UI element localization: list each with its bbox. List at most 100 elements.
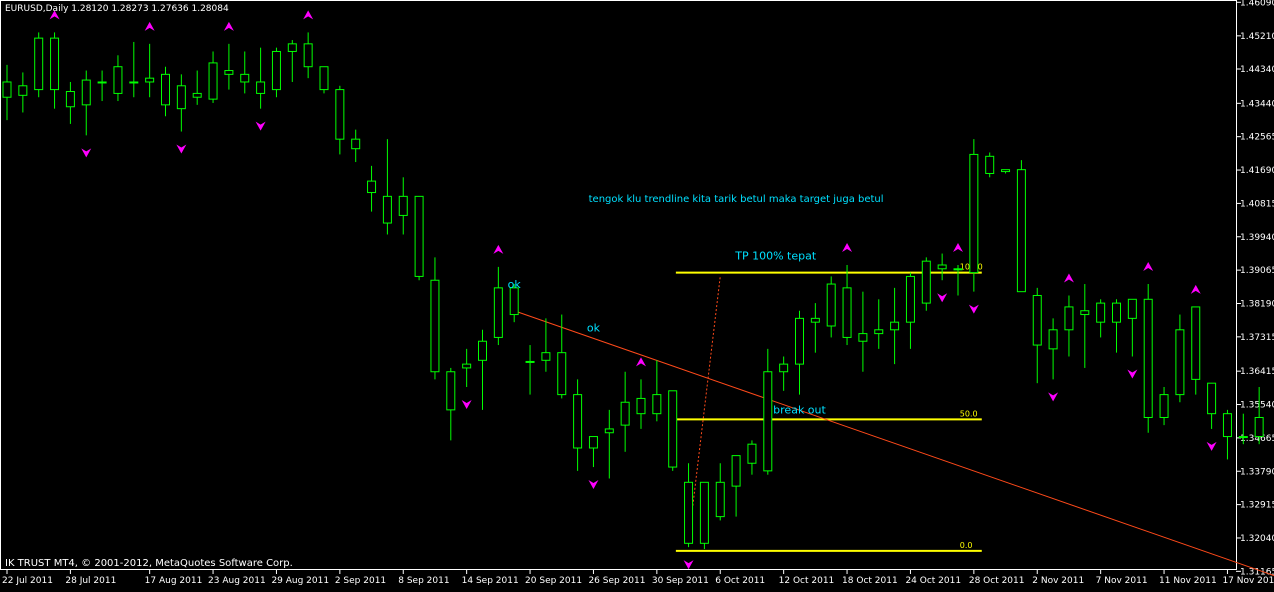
x-tick-label: 7 Nov 2011 xyxy=(1096,576,1148,586)
fractal-down-icon xyxy=(176,144,187,154)
copyright-text: IK TRUST MT4, © 2001-2012, MetaQuotes So… xyxy=(5,558,293,569)
candle-body xyxy=(604,428,614,434)
fractal-down-icon xyxy=(1206,441,1217,451)
y-tick-label: 1.46090 xyxy=(1240,0,1274,8)
fractal-down-icon xyxy=(1048,392,1059,402)
candle-body xyxy=(161,73,170,106)
candle-body xyxy=(795,317,804,365)
candle-body xyxy=(541,352,551,361)
x-tick-label: 2 Sep 2011 xyxy=(335,576,386,586)
y-tick-label: 1.36415 xyxy=(1240,367,1274,377)
candle-body xyxy=(1048,329,1058,350)
fractal-up-icon xyxy=(1190,284,1201,294)
fractal-down-icon xyxy=(683,560,694,570)
candle-body xyxy=(969,153,979,274)
annotation-text: tengok klu trendline kita tarik betul ma… xyxy=(589,194,884,205)
candle-body xyxy=(588,436,598,449)
fractal-arrows xyxy=(49,10,1217,570)
candle-body xyxy=(335,89,345,140)
x-tick-label: 26 Sep 2011 xyxy=(588,576,645,586)
x-tick-label: 18 Oct 2011 xyxy=(842,576,898,586)
y-tick-label: 1.38190 xyxy=(1240,299,1274,309)
fractal-down-icon xyxy=(937,293,948,303)
candle-body xyxy=(525,360,535,363)
fractal-down-icon xyxy=(81,148,92,158)
candle-body xyxy=(921,260,931,304)
fractal-up-icon xyxy=(953,242,963,252)
annotation-text: ok xyxy=(508,278,522,291)
candle-body xyxy=(763,371,773,472)
x-tick-label: 12 Oct 2011 xyxy=(779,576,835,586)
price-chart[interactable]: 1.46090 1.45210 1.44340 1.43440 1.42565 1.416… xyxy=(0,0,1274,588)
candle-body xyxy=(842,287,852,338)
x-tick-label: 17 Aug 2011 xyxy=(145,576,203,586)
candle-body xyxy=(652,394,662,415)
annotation-text: TP 100% tepat xyxy=(734,249,817,262)
candle-body xyxy=(1127,298,1137,319)
annotation-text: break out xyxy=(773,404,826,417)
y-tick-label: 1.32915 xyxy=(1240,501,1274,511)
candle-body xyxy=(1143,298,1153,418)
candle-body xyxy=(747,443,757,464)
candle-body xyxy=(1001,169,1011,173)
candle-body xyxy=(1159,394,1169,418)
candle-body xyxy=(858,333,868,342)
chart-window[interactable]: 1.46090 1.45210 1.44340 1.43440 1.42565 1.416… xyxy=(0,0,1274,588)
candle-body xyxy=(826,283,836,327)
fractal-up-icon xyxy=(144,21,155,31)
candle-body xyxy=(2,81,12,98)
fractal-down-icon xyxy=(588,480,599,490)
y-tick-label: 1.41690 xyxy=(1240,166,1274,176)
candle-body xyxy=(890,321,900,331)
fib-level-label: 50.0 xyxy=(960,409,978,418)
x-tick-label: 28 Jul 2011 xyxy=(65,576,116,586)
candle-body xyxy=(287,43,297,52)
candle-body xyxy=(1238,436,1248,439)
x-tick-label: 17 Nov 2011 xyxy=(1222,576,1274,586)
candle-body xyxy=(1112,302,1121,323)
candle-body xyxy=(937,264,947,270)
y-tick-label: 1.45210 xyxy=(1240,32,1274,42)
x-tick-label: 24 Oct 2011 xyxy=(905,576,961,586)
candle-body xyxy=(509,287,519,316)
candle-body xyxy=(398,195,408,216)
candle-body xyxy=(34,37,44,91)
candle-body xyxy=(810,317,820,323)
y-tick-label: 1.39940 xyxy=(1240,233,1274,243)
fractal-up-icon xyxy=(1143,262,1154,272)
candle-body xyxy=(1080,310,1090,316)
x-tick-label: 11 Nov 2011 xyxy=(1159,576,1217,586)
y-tick-label: 1.37315 xyxy=(1240,333,1274,343)
candle-body xyxy=(240,73,250,83)
candle-body xyxy=(715,481,725,518)
chart-header-title: EURUSD,Daily 1.28120 1.28273 1.27636 1.2… xyxy=(5,4,229,14)
fractal-up-icon xyxy=(303,10,314,20)
x-tick-label: 14 Sep 2011 xyxy=(462,576,519,586)
x-tick-label: 28 Oct 2011 xyxy=(969,576,1025,586)
candlestick-series xyxy=(2,32,1264,550)
y-tick-label: 1.39065 xyxy=(1240,266,1274,276)
candle-body xyxy=(1032,294,1042,346)
candle-body xyxy=(1175,329,1185,396)
candle-body xyxy=(1222,413,1232,438)
candle-body xyxy=(430,279,440,373)
y-tick-label: 1.44340 xyxy=(1240,65,1274,75)
candle-body xyxy=(478,340,487,361)
fractal-up-icon xyxy=(1063,273,1074,283)
candle-body xyxy=(985,155,995,174)
plot-border xyxy=(0,0,1237,570)
price-axis: 1.46090 1.45210 1.44340 1.43440 1.42565 1.416… xyxy=(1236,0,1274,577)
candle-body xyxy=(351,138,361,150)
candle-body xyxy=(208,62,218,100)
candle-body xyxy=(65,91,75,108)
candle-body xyxy=(1016,169,1026,293)
candle-body xyxy=(731,455,741,487)
candle-body xyxy=(97,81,107,84)
fractal-up-icon xyxy=(223,21,234,31)
fractal-down-icon xyxy=(1127,369,1138,379)
candle-body xyxy=(493,287,503,338)
candle-body xyxy=(699,481,709,544)
candle-body xyxy=(636,397,646,415)
candle-body xyxy=(874,329,884,335)
y-tick-label: 1.32040 xyxy=(1240,534,1274,544)
